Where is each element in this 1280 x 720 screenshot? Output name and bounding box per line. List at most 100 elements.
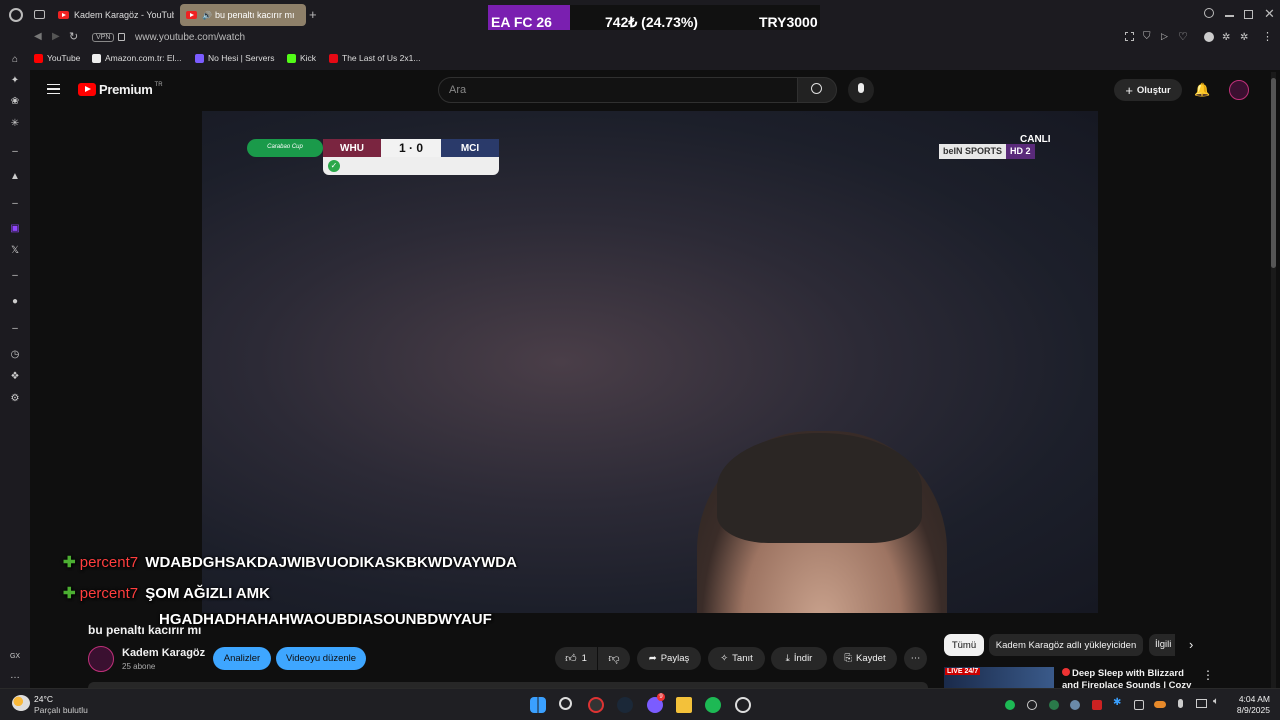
recommended-menu-icon[interactable]: ⋮: [1202, 668, 1214, 682]
analytics-button[interactable]: Analizler: [213, 647, 271, 670]
new-tab-button[interactable]: +: [309, 7, 317, 22]
promote-button[interactable]: ✧ Tanıt: [708, 647, 765, 670]
shield-icon[interactable]: ⛉: [1143, 31, 1151, 42]
search-tabs-icon[interactable]: [1204, 8, 1214, 18]
minimize-icon[interactable]: [1225, 15, 1234, 17]
file-explorer-icon[interactable]: [676, 697, 692, 713]
download-button[interactable]: ⤓ İndir: [771, 647, 827, 670]
extension-icon-2[interactable]: ✲: [1222, 32, 1230, 43]
sidebar-settings-icon[interactable]: ⚙: [9, 393, 21, 405]
recommended-thumbnail[interactable]: LIVE 24/7: [944, 667, 1054, 688]
sidebar-aria-icon[interactable]: ▲: [9, 171, 21, 183]
filter-chip-uploader[interactable]: Kadem Karagöz adlı yükleyiciden: [989, 634, 1143, 656]
youtube-icon: [34, 53, 43, 63]
bookmark-tlou[interactable]: The Last of Us 2x1...: [329, 53, 420, 63]
download-label: İndir: [793, 653, 813, 664]
microphone-tray-icon[interactable]: [1178, 699, 1183, 708]
sidebar-bunny-icon[interactable]: ❀: [9, 96, 21, 108]
download-icon: ⤓: [785, 653, 790, 664]
clock-date[interactable]: 8/9/2025: [1230, 705, 1270, 715]
voice-search-button[interactable]: [848, 77, 874, 103]
youtube-logo[interactable]: Premium TR: [78, 82, 163, 97]
sidebar-spider-icon[interactable]: ✳: [9, 118, 21, 130]
recommended-title[interactable]: Deep Sleep with Blizzard and Fireplace S…: [1062, 668, 1192, 688]
reload-icon[interactable]: ↻: [69, 30, 78, 43]
search-button[interactable]: [797, 77, 837, 103]
tray-app-icon-3[interactable]: [1092, 700, 1102, 710]
play-icon[interactable]: ▷: [1161, 31, 1168, 42]
weather-condition[interactable]: Parçalı bulutlu: [34, 705, 88, 715]
dislike-button[interactable]: 👎︎: [598, 647, 630, 670]
bookmark-kick[interactable]: Kick: [287, 53, 316, 63]
tab-manager-icon[interactable]: [34, 10, 45, 19]
bookmark-amazon[interactable]: Amazon.com.tr: El...: [92, 53, 182, 63]
sidebar-extensions-icon[interactable]: ❖: [9, 371, 21, 383]
forward-icon[interactable]: ▶: [52, 31, 60, 42]
steam-icon[interactable]: [617, 697, 633, 713]
more-actions-button[interactable]: ⋯: [904, 647, 927, 670]
create-button[interactable]: + Oluştur: [1114, 79, 1182, 101]
user-avatar[interactable]: [1229, 80, 1249, 100]
extension-icon-1[interactable]: [1204, 32, 1214, 42]
sidebar-history-icon[interactable]: ◷: [9, 349, 21, 361]
share-button[interactable]: ➦ Paylaş: [637, 647, 701, 670]
bluetooth-icon[interactable]: ✱: [1113, 697, 1121, 708]
clock-time[interactable]: 4:04 AM: [1238, 694, 1270, 704]
gx-label[interactable]: GX: [7, 651, 23, 663]
youtube-logo-text: Premium: [99, 82, 153, 97]
extension-icon-3[interactable]: ✲: [1240, 32, 1248, 43]
onedrive-icon[interactable]: [1154, 701, 1166, 708]
sidebar-compass-icon[interactable]: ✦: [9, 75, 21, 87]
filter-chip-related[interactable]: İlgili: [1149, 634, 1175, 656]
video-player[interactable]: Carabao Cup WHU 1 · 0 MCI ✓ CANLI beIN S…: [202, 111, 1098, 613]
taskbar-search-icon[interactable]: [559, 697, 572, 710]
tab-kadem-karagoz[interactable]: Kadem Karagöz - YouTube: [52, 4, 176, 26]
weather-icon[interactable]: [12, 695, 30, 711]
thumbs-down-icon: 👎︎: [608, 653, 620, 665]
display-icon[interactable]: [1196, 699, 1207, 708]
heart-icon[interactable]: ♡: [1178, 30, 1188, 43]
opera-logo-icon[interactable]: [9, 8, 23, 22]
sidebar-more-icon[interactable]: …: [9, 670, 21, 682]
game-launcher-icon[interactable]: [735, 697, 751, 713]
spotify-sidebar-icon[interactable]: ●: [9, 296, 21, 308]
tray-spotify-icon[interactable]: [1005, 700, 1015, 710]
page-scrollbar[interactable]: [1271, 72, 1276, 688]
vpn-badge[interactable]: VPN: [92, 33, 115, 42]
sidebar-home-icon[interactable]: ⌂: [9, 54, 21, 66]
restore-icon[interactable]: [1244, 10, 1253, 19]
tray-app-icon-4[interactable]: [1134, 700, 1144, 710]
competition-badge: Carabao Cup: [247, 139, 323, 157]
like-button[interactable]: 👍︎ 1: [555, 647, 597, 670]
bookmark-youtube[interactable]: YouTube: [34, 53, 80, 63]
twitch-icon[interactable]: ▣: [9, 223, 21, 235]
save-button[interactable]: ⎘ Kaydet: [833, 647, 897, 670]
discord-icon[interactable]: 9: [647, 693, 665, 713]
url-field[interactable]: www.youtube.com/watch: [135, 32, 245, 43]
back-icon[interactable]: ◀: [34, 31, 42, 42]
windows-taskbar: 24°C Parçalı bulutlu 9 ✱ 🔈︎ 4:04 AM 8/9/…: [0, 688, 1280, 720]
search-input[interactable]: Ara: [438, 77, 798, 103]
snapshot-icon[interactable]: [1125, 32, 1134, 41]
tray-steam-icon[interactable]: [1070, 700, 1080, 710]
weather-temperature[interactable]: 24°C: [34, 694, 53, 704]
bookmark-nohesi[interactable]: No Hesi | Servers: [195, 53, 274, 63]
channel-name[interactable]: Kadem Karagöz: [122, 647, 205, 659]
filter-chip-all[interactable]: Tümü: [944, 634, 984, 656]
close-icon[interactable]: ✕: [1264, 6, 1275, 22]
x-twitter-icon[interactable]: 𝕏: [9, 245, 21, 257]
scrollbar-thumb[interactable]: [1271, 78, 1276, 268]
menu-dots-icon[interactable]: ⋮: [1262, 30, 1273, 43]
tab-active-video[interactable]: 🔊 bu penaltı kacırır mı: [180, 4, 306, 26]
notifications-bell-icon[interactable]: 🔔: [1194, 82, 1210, 98]
tray-app-icon-1[interactable]: [1027, 700, 1037, 710]
tray-app-icon-2[interactable]: [1049, 700, 1059, 710]
chevron-right-icon[interactable]: ›: [1189, 637, 1193, 652]
opera-gx-taskbar-icon[interactable]: [588, 697, 604, 713]
volume-icon[interactable]: 🔈︎: [1213, 696, 1219, 707]
hamburger-menu-icon[interactable]: [47, 84, 60, 94]
channel-avatar[interactable]: [88, 646, 114, 672]
spotify-icon[interactable]: [705, 697, 721, 713]
edit-video-button[interactable]: Videoyu düzenle: [276, 647, 366, 670]
windows-start-icon[interactable]: [530, 697, 546, 713]
